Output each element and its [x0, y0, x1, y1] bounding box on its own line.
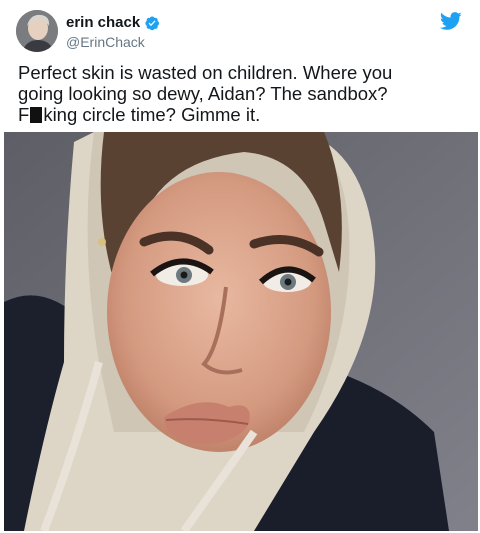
- author-handle[interactable]: @ErinChack: [66, 33, 160, 51]
- censored-word-suffix: king circle time? Gimme it.: [43, 104, 261, 125]
- tweet-text: Perfect skin is wasted on children. Wher…: [18, 62, 458, 125]
- tweet-card: erin chack @ErinChack Perfect skin is wa…: [0, 0, 480, 533]
- twitter-bird-icon[interactable]: [439, 10, 462, 32]
- tweet-text-line-1: Perfect skin is wasted on children. Wher…: [18, 62, 393, 83]
- avatar-photo: [16, 10, 58, 52]
- author-display-name[interactable]: erin chack: [66, 14, 140, 32]
- selfie-photo: [4, 132, 478, 531]
- censor-block-icon: [30, 107, 43, 123]
- verified-badge-icon: [144, 15, 160, 31]
- tweet-header: erin chack @ErinChack: [16, 10, 464, 54]
- author-names: erin chack @ErinChack: [66, 14, 160, 51]
- tweet-media-photo[interactable]: [4, 132, 478, 531]
- tweet-text-line-2: going looking so dewy, Aidan? The sandbo…: [18, 83, 388, 104]
- tweet-text-line-3: Fking circle time? Gimme it.: [18, 104, 458, 125]
- censored-word-prefix: F: [18, 104, 30, 125]
- avatar[interactable]: [16, 10, 58, 52]
